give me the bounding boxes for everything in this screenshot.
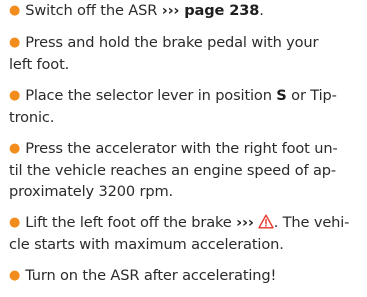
step-item: ● Switch off the ASR ››› page 238. [9,0,361,22]
step-text-tail: . [259,2,264,19]
step-text: Press and hold the brake pedal with your [25,34,319,51]
step-text: Place the selector lever in position [25,87,277,104]
step-text: or Tip- [286,87,337,104]
step-text: Press the accelerator with the right foo… [25,140,338,157]
step-text: Lift the left foot off the brake [25,214,237,231]
step-item: ● Lift the left foot off the brake ››› . T… [9,212,361,255]
step-text: proximately 3200 rpm. [9,183,174,200]
selector-position-label: S [276,87,287,104]
step-item: ● Press the accelerator with the right fo… [9,138,361,202]
step-text: til the vehicle reaches an engine speed … [9,162,337,179]
step-text: . The vehi- [273,214,350,231]
step-item: ● Press and hold the brake pedal with you… [9,32,361,75]
step-text: Switch off the ASR [25,2,162,19]
bullet-icon: ● [9,88,21,103]
bullet-icon: ● [9,35,21,50]
step-text: tronic. [9,109,55,126]
step-text: cle starts with maximum acceleration. [9,236,284,253]
bullet-icon: ● [9,141,21,156]
step-item: ● Place the selector lever in position S … [9,85,361,128]
warning-triangle-icon [257,214,274,229]
step-item: ● Turn on the ASR after accelerating! [9,265,361,287]
bullet-icon: ● [9,215,21,230]
bullet-icon: ● [9,3,21,18]
instruction-list: ● Switch off the ASR ››› page 238. ● Press… [9,0,361,297]
warning-reference-link[interactable]: ››› [236,214,254,231]
page-reference-link[interactable]: ››› page 238 [162,2,260,19]
step-text: left foot. [9,56,70,73]
step-text: Turn on the ASR after accelerating! [25,267,277,284]
